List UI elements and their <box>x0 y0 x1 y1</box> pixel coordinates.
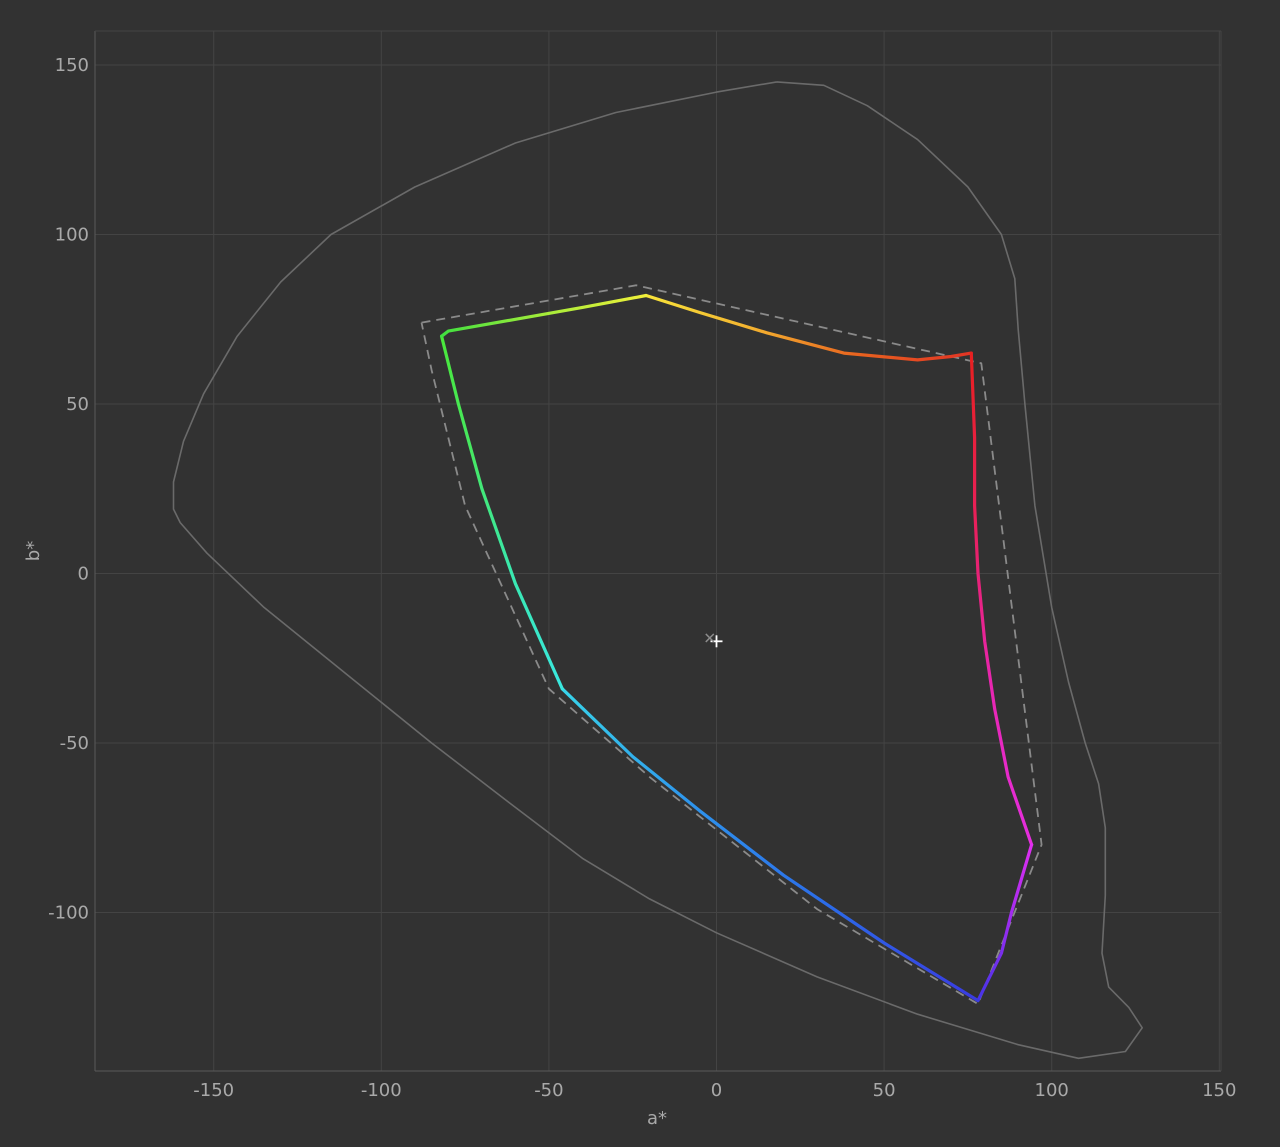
gamut-chart: -150 -100 -50 0 50 100 150150100500-50-100 a* … <box>23 30 1236 1129</box>
x-tick-label: 0 <box>711 1080 722 1101</box>
x-tick-label: -50 <box>534 1080 563 1101</box>
x-tick-label: 50 <box>873 1080 896 1101</box>
x-tick-label: -150 <box>193 1080 234 1101</box>
y-tick-label: 50 <box>66 394 89 415</box>
y-tick-label: -50 <box>60 733 89 754</box>
y-tick-label: 150 <box>55 55 89 76</box>
x-tick-label: -100 <box>361 1080 402 1101</box>
y-axis-title: b* <box>23 541 44 561</box>
x-axis-title: a* <box>647 1108 667 1129</box>
y-tick-label: -100 <box>48 903 89 924</box>
y-tick-label: 0 <box>78 564 89 585</box>
x-tick-label: 150 <box>1202 1080 1236 1101</box>
x-tick-label: 100 <box>1035 1080 1069 1101</box>
y-tick-label: 100 <box>55 225 89 246</box>
